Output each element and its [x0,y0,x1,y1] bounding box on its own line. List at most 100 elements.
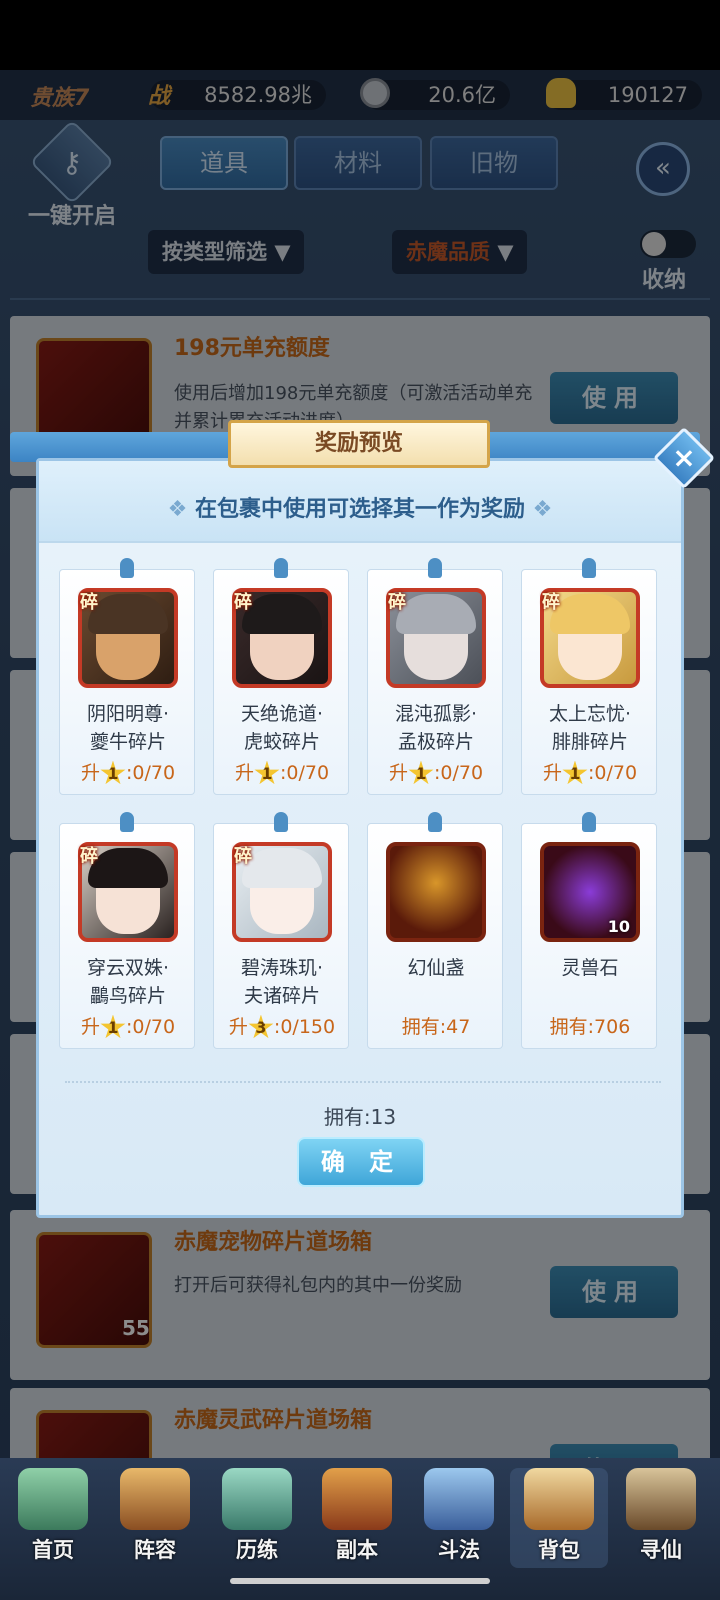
fragment-tag: 碎 [80,592,98,613]
hair-shape [242,848,322,888]
divider [65,1081,661,1083]
progress-text: :0/150 [273,1016,336,1038]
star-icon: 3 [248,1014,274,1039]
item-quantity-badge: 10 [607,917,630,936]
reward-name: 幻仙盏 [368,954,504,982]
home-indicator[interactable] [230,1578,490,1584]
reward-card[interactable]: 幻仙盏 拥有:47 [367,812,504,1049]
pin-icon [120,812,134,832]
pin-icon [274,812,288,832]
reward-progress: 升 1:0/70 [214,758,350,787]
reward-owned: 拥有:47 [401,1016,471,1038]
reward-progress: 升 1:0/70 [60,758,196,787]
reward-card[interactable]: 碎 混沌孤影· 孟极碎片 升 1:0/70 [367,558,504,795]
seek-immortal-icon [626,1468,696,1530]
modal-title: 奖励预览 [228,420,490,468]
nav-label: 阵容 [134,1538,176,1562]
pin-icon [428,812,442,832]
purple-spirit-stone-icon: 10 [540,842,640,942]
reward-card[interactable]: 碎 阴阳明尊· 夔牛碎片 升 1:0/70 [59,558,196,795]
confirm-button[interactable]: 确 定 [297,1137,425,1187]
progress-text: :0/70 [279,762,330,784]
pin-icon [582,812,596,832]
star-icon: 1 [562,760,588,785]
upgrade-prefix: 升 [388,762,408,784]
nav-backpack[interactable]: 背包 [510,1468,608,1568]
star-icon: 1 [100,760,126,785]
reward-name-line2: 鸓鸟碎片 [89,985,166,1007]
nav-label: 副本 [336,1538,378,1562]
reward-progress: 升 3:0/150 [214,1012,350,1041]
modal-subtitle-text: 在包裹中使用可选择其一作为奖励 [194,497,525,522]
reward-name: 混沌孤影· 孟极碎片 [368,700,504,756]
reward-card[interactable]: 10 灵兽石 拥有:706 [521,812,658,1049]
reward-name: 穿云双姝· 鸓鸟碎片 [60,954,196,1010]
reward-name-line2: 虎蛟碎片 [243,731,320,753]
reward-preview-modal: ❖ 在包裹中使用可选择其一作为奖励 ❖ 碎 阴阳明尊· 夔牛碎片 升 1:0/70 [36,458,684,1218]
progress-text: :0/70 [433,762,484,784]
lineup-icon [120,1468,190,1530]
close-icon: × [672,441,696,474]
star-icon: 1 [408,760,434,785]
golden-lotus-cup-icon [386,842,486,942]
nav-label: 寻仙 [640,1538,682,1562]
modal-subtitle: ❖ 在包裹中使用可选择其一作为奖励 ❖ [39,491,681,523]
hair-shape [550,594,630,634]
reward-name-line2: 夫诸碎片 [243,985,320,1007]
reward-name-line1: 混沌孤影· [394,703,478,725]
reward-name: 灵兽石 [522,954,658,982]
diamond-ornament-icon: ❖ [532,497,553,522]
pin-icon [582,558,596,578]
nav-dungeon[interactable]: 副本 [308,1468,406,1568]
reward-name: 天绝诡道· 虎蛟碎片 [214,700,350,756]
training-icon [222,1468,292,1530]
pin-icon [274,558,288,578]
reward-name-line1: 灵兽石 [561,957,619,979]
nav-label: 背包 [538,1538,580,1562]
reward-grid: 碎 阴阳明尊· 夔牛碎片 升 1:0/70 碎 天绝诡道· 虎蛟碎片 升 1:0/7… [59,558,663,1079]
upgrade-prefix: 升 [228,1016,248,1038]
reward-name-line1: 阴阳明尊· [86,703,170,725]
reward-card[interactable]: 碎 穿云双姝· 鸓鸟碎片 升 1:0/70 [59,812,196,1049]
progress-text: :0/70 [125,1016,176,1038]
owned-count: 拥有:13 [323,1105,397,1129]
home-icon [18,1468,88,1530]
reward-name: 太上忘忧· 腓腓碎片 [522,700,658,756]
diamond-ornament-icon: ❖ [167,497,195,522]
reward-card[interactable]: 碎 碧涛珠玑· 夫诸碎片 升 3:0/150 [213,812,350,1049]
star-icon: 1 [254,760,280,785]
pin-icon [120,558,134,578]
duel-icon [424,1468,494,1530]
reward-name-line1: 穿云双姝· [86,957,170,979]
hair-shape [88,594,168,634]
star-icon: 1 [100,1014,126,1039]
progress-text: :0/70 [125,762,176,784]
reward-progress: 升 1:0/70 [60,1012,196,1041]
nav-lineup[interactable]: 阵容 [106,1468,204,1568]
upgrade-prefix: 升 [542,762,562,784]
nav-training[interactable]: 历练 [208,1468,306,1568]
upgrade-prefix: 升 [234,762,254,784]
fragment-tag: 碎 [542,592,560,613]
hair-shape [396,594,476,634]
upgrade-prefix: 升 [80,762,100,784]
dungeon-gate-icon [322,1468,392,1530]
reward-name-line1: 太上忘忧· [548,703,632,725]
reward-name-line1: 幻仙盏 [407,957,465,979]
nav-label: 斗法 [438,1538,480,1562]
backpack-icon [524,1468,594,1530]
reward-progress: 升 1:0/70 [368,758,504,787]
nav-duel[interactable]: 斗法 [410,1468,508,1568]
reward-name: 阴阳明尊· 夔牛碎片 [60,700,196,756]
hair-shape [242,594,322,634]
reward-name-line2: 夔牛碎片 [89,731,166,753]
progress-text: :0/70 [587,762,638,784]
nav-home[interactable]: 首页 [4,1468,102,1568]
reward-name-line2: 腓腓碎片 [551,731,628,753]
upgrade-prefix: 升 [80,1016,100,1038]
reward-progress: 升 1:0/70 [522,758,658,787]
fragment-tag: 碎 [234,846,252,867]
nav-seek-immortal[interactable]: 寻仙 [612,1468,710,1568]
reward-card[interactable]: 碎 天绝诡道· 虎蛟碎片 升 1:0/70 [213,558,350,795]
reward-card[interactable]: 碎 太上忘忧· 腓腓碎片 升 1:0/70 [521,558,658,795]
